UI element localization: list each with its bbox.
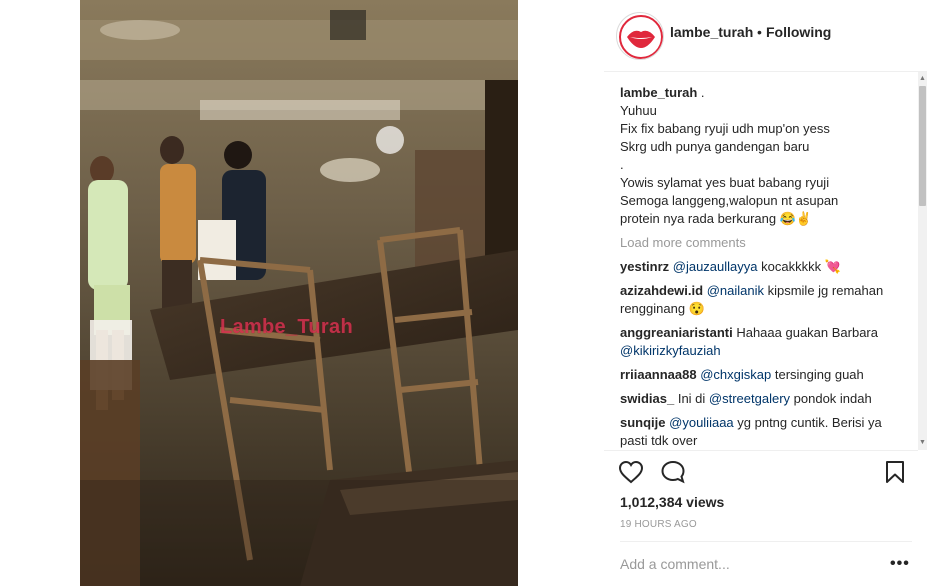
more-options-icon[interactable]: ••• — [890, 556, 910, 572]
comment-text: Hahaaa guakan Barbara — [736, 325, 878, 340]
comment-username[interactable]: anggreaniaristanti — [620, 325, 733, 340]
divider — [604, 450, 918, 451]
post-side-panel: lambe_turah • Following lambe_turah . Yu… — [604, 0, 927, 586]
post-author-username[interactable]: lambe_turah — [670, 24, 753, 40]
comment-username[interactable]: azizahdewi.id — [620, 283, 703, 298]
comment-item: sunqije @youliiaaa yg pntng cuntik. Beri… — [620, 414, 912, 450]
comment-item: yestinrz @jauzaullayya kocakkkkk 💘 — [620, 258, 912, 276]
comment-username[interactable]: sunqije — [620, 415, 666, 430]
comment-item: swidias_ Ini di @streetgalery pondok ind… — [620, 390, 912, 408]
post-timestamp[interactable]: 19 HOURS AGO — [620, 519, 697, 530]
comment-username[interactable]: yestinrz — [620, 259, 669, 274]
caption-username[interactable]: lambe_turah — [620, 85, 697, 100]
speech-bubble-icon[interactable] — [660, 460, 686, 484]
comments-list[interactable]: lambe_turah . Yuhuu Fix fix babang ryuji… — [620, 84, 912, 450]
comment-item: rriiaannaa88 @chxgiskap tersinging guah — [620, 366, 912, 384]
comment-text-prefix: Ini di — [677, 391, 709, 406]
comment-username[interactable]: swidias_ — [620, 391, 674, 406]
caption-line: protein nya rada berkurang 😂✌ — [620, 211, 813, 226]
post-header: lambe_turah • Following — [604, 0, 927, 72]
comments-scrollbar[interactable]: ▲ ▼ — [918, 72, 927, 450]
following-button[interactable]: Following — [766, 24, 831, 40]
load-more-comments-link[interactable]: Load more comments — [620, 234, 912, 252]
scroll-down-arrow-icon[interactable]: ▼ — [918, 438, 927, 447]
comment-mention[interactable]: @jauzaullayya — [673, 259, 758, 274]
caption-line: Yowis sylamat yes buat babang ryuji — [620, 175, 830, 190]
add-comment-input[interactable] — [620, 556, 880, 572]
caption-line: Yuhuu — [620, 103, 657, 118]
comment-username[interactable]: rriiaannaa88 — [620, 367, 697, 382]
scroll-up-arrow-icon[interactable]: ▲ — [918, 74, 927, 83]
comment-item: anggreaniaristanti Hahaaa guakan Barbara… — [620, 324, 912, 360]
avatar[interactable] — [616, 12, 664, 60]
comment-mention[interactable]: @chxgiskap — [700, 367, 771, 382]
comment-mention[interactable]: @streetgalery — [709, 391, 790, 406]
divider — [620, 541, 912, 542]
video-watermark: Lambe_Turah — [220, 316, 353, 338]
lips-logo-icon — [619, 15, 663, 59]
header-separator: • — [757, 24, 762, 40]
bookmark-icon[interactable] — [884, 460, 906, 484]
caption-line: Skrg udh punya gandengan baru — [620, 139, 810, 154]
scrollbar-thumb[interactable] — [919, 86, 926, 206]
comment-mention[interactable]: @youliiaaa — [669, 415, 734, 430]
comment-item: azizahdewi.id @nailanik kipsmile jg rema… — [620, 282, 912, 318]
post-video[interactable]: Lambe_Turah — [80, 0, 518, 586]
caption: lambe_turah . Yuhuu Fix fix babang ryuji… — [620, 84, 912, 228]
caption-line: Semoga langgeng,walopun nt asupan — [620, 193, 839, 208]
caption-username-suffix: . — [697, 85, 705, 100]
video-frame — [80, 0, 518, 586]
comment-mention[interactable]: @nailanik — [707, 283, 764, 298]
comment-mention[interactable]: @kikirizkyfauziah — [620, 343, 721, 358]
comment-text: kocakkkkk 💘 — [757, 259, 841, 274]
caption-line: . — [620, 157, 624, 172]
heart-icon[interactable] — [618, 460, 644, 484]
view-count[interactable]: 1,012,384 views — [620, 494, 724, 510]
comment-text: pondok indah — [790, 391, 872, 406]
comment-text: tersinging guah — [771, 367, 864, 382]
caption-line: Fix fix babang ryuji udh mup'on yess — [620, 121, 830, 136]
